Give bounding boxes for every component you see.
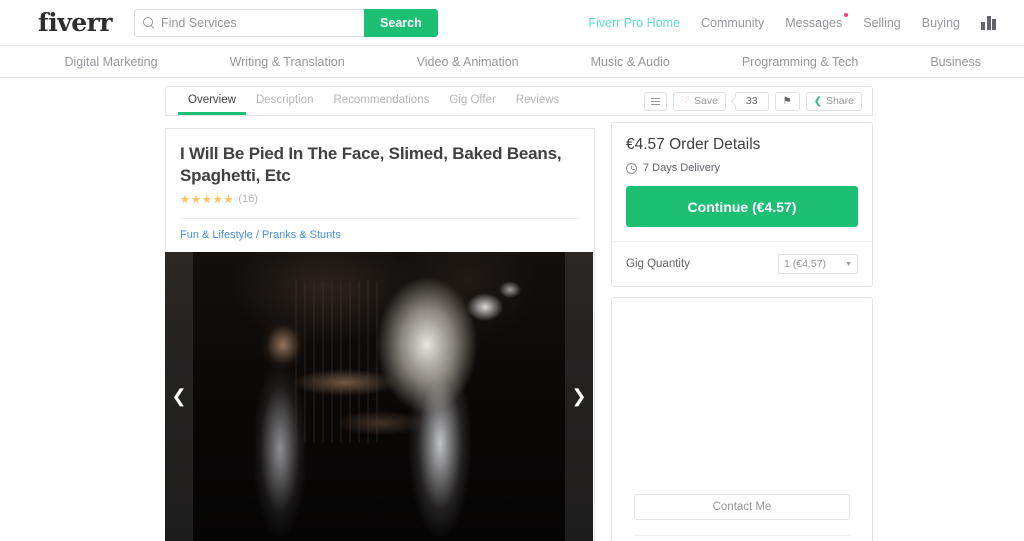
order-details-header: €4.57 Order Details 7 Days Delivery: [612, 123, 872, 174]
search-button[interactable]: Search: [364, 8, 438, 37]
gig-title: I Will Be Pied In The Face, Slimed, Bake…: [180, 144, 562, 185]
gig-image: [165, 251, 593, 541]
gig-tabs: Overview Description Recommendations Gig…: [178, 87, 569, 115]
nav-selling[interactable]: Selling: [863, 16, 901, 30]
gig-quantity-value: 1 (€4.57): [784, 258, 827, 270]
seller-divider: [634, 535, 850, 536]
delivery-time: 7 Days Delivery: [626, 162, 858, 174]
tab-gig-offer[interactable]: Gig Offer: [439, 87, 505, 115]
header-nav: Fiverr Pro Home Community Messages Selli…: [588, 12, 996, 30]
bar-chart-icon[interactable]: [981, 15, 996, 30]
tab-reviews[interactable]: Reviews: [506, 87, 569, 115]
heart-icon: ♡: [681, 95, 690, 106]
star-rating-icon: ★★★★★: [180, 193, 235, 206]
breadcrumb-separator: /: [255, 228, 259, 241]
clock-icon: [626, 162, 637, 174]
delivery-time-label: 7 Days Delivery: [643, 162, 721, 174]
carousel-next-button[interactable]: ❯: [565, 251, 593, 541]
category-fun-lifestyle[interactable]: Fun & Lifestyle: [1017, 55, 1024, 69]
continue-button[interactable]: Continue (€4.57): [626, 186, 858, 227]
search-icon: [143, 16, 155, 29]
category-business[interactable]: Business: [894, 55, 1017, 69]
carousel-prev-button[interactable]: ❮: [165, 251, 193, 541]
order-details-card: €4.57 Order Details 7 Days Delivery Cont…: [611, 122, 873, 287]
save-button[interactable]: ♡ Save: [673, 91, 726, 111]
order-price: €4.57: [626, 136, 665, 153]
gig-tab-actions: ♡ Save 33 ⚑ ❮ Share: [644, 91, 862, 111]
gig-main-column: I Will Be Pied In The Face, Slimed, Bake…: [165, 122, 595, 541]
gig-quantity-select[interactable]: 1 (€4.57) ▼: [778, 254, 858, 274]
category-digital-marketing[interactable]: Digital Marketing: [28, 55, 193, 69]
category-writing-translation[interactable]: Writing & Translation: [194, 55, 381, 69]
tab-description[interactable]: Description: [246, 87, 324, 115]
breadcrumb-subcategory[interactable]: Pranks & Stunts: [262, 229, 341, 241]
order-sidebar: €4.57 Order Details 7 Days Delivery Cont…: [611, 122, 873, 541]
category-video-animation[interactable]: Video & Animation: [381, 55, 555, 69]
tab-overview[interactable]: Overview: [178, 87, 246, 115]
nav-messages-label: Messages: [785, 15, 843, 30]
nav-messages[interactable]: Messages: [785, 12, 849, 30]
hamburger-icon[interactable]: [644, 91, 668, 111]
nav-community[interactable]: Community: [701, 16, 764, 30]
breadcrumb: Fun & Lifestyle / Pranks & Stunts: [180, 219, 580, 252]
gig-header: I Will Be Pied In The Face, Slimed, Bake…: [166, 129, 594, 252]
nav-fiverr-pro-home[interactable]: Fiverr Pro Home: [588, 16, 680, 30]
chevron-down-icon: ▼: [845, 260, 852, 268]
gig-rating: ★★★★★ (16): [180, 193, 580, 219]
save-button-label: Save: [693, 95, 718, 107]
flag-icon: ⚑: [782, 95, 792, 107]
page-body: I Will Be Pied In The Face, Slimed, Bake…: [0, 116, 1024, 541]
share-button[interactable]: ❮ Share: [805, 91, 862, 111]
category-programming-tech[interactable]: Programming & Tech: [706, 55, 895, 69]
search-input[interactable]: [161, 15, 357, 30]
top-header: fiverr Search Fiverr Pro Home Community …: [0, 0, 1024, 45]
order-title-suffix: Order Details: [669, 136, 761, 153]
report-button[interactable]: ⚑: [774, 91, 800, 111]
nav-buying[interactable]: Buying: [922, 16, 960, 30]
tab-recommendations[interactable]: Recommendations: [323, 87, 439, 115]
gig-quantity-row: Gig Quantity 1 (€4.57) ▼: [612, 241, 872, 286]
search-box[interactable]: [134, 8, 365, 37]
contact-me-button[interactable]: Contact Me: [634, 494, 850, 520]
gig-tabbar: Overview Description Recommendations Gig…: [165, 86, 873, 116]
save-count-badge: 33: [734, 91, 769, 111]
fiverr-logo[interactable]: fiverr: [38, 10, 113, 35]
order-title: €4.57 Order Details: [626, 136, 858, 154]
messages-notification-dot: [844, 12, 849, 17]
rating-count: (16): [238, 193, 258, 205]
category-music-audio[interactable]: Music & Audio: [555, 55, 706, 69]
gig-card: I Will Be Pied In The Face, Slimed, Bake…: [165, 128, 595, 541]
seller-card: Contact Me: [611, 297, 873, 541]
gig-image-carousel[interactable]: ❮ ❯: [165, 251, 593, 541]
breadcrumb-category[interactable]: Fun & Lifestyle: [180, 229, 253, 241]
gig-quantity-label: Gig Quantity: [626, 258, 690, 270]
search-bar: Search: [134, 8, 438, 37]
share-icon: ❮: [813, 95, 822, 107]
share-button-label: Share: [825, 95, 854, 107]
category-graphics-design[interactable]: Graphics & Design: [0, 55, 28, 69]
category-nav: Graphics & Design Digital Marketing Writ…: [0, 45, 1024, 78]
